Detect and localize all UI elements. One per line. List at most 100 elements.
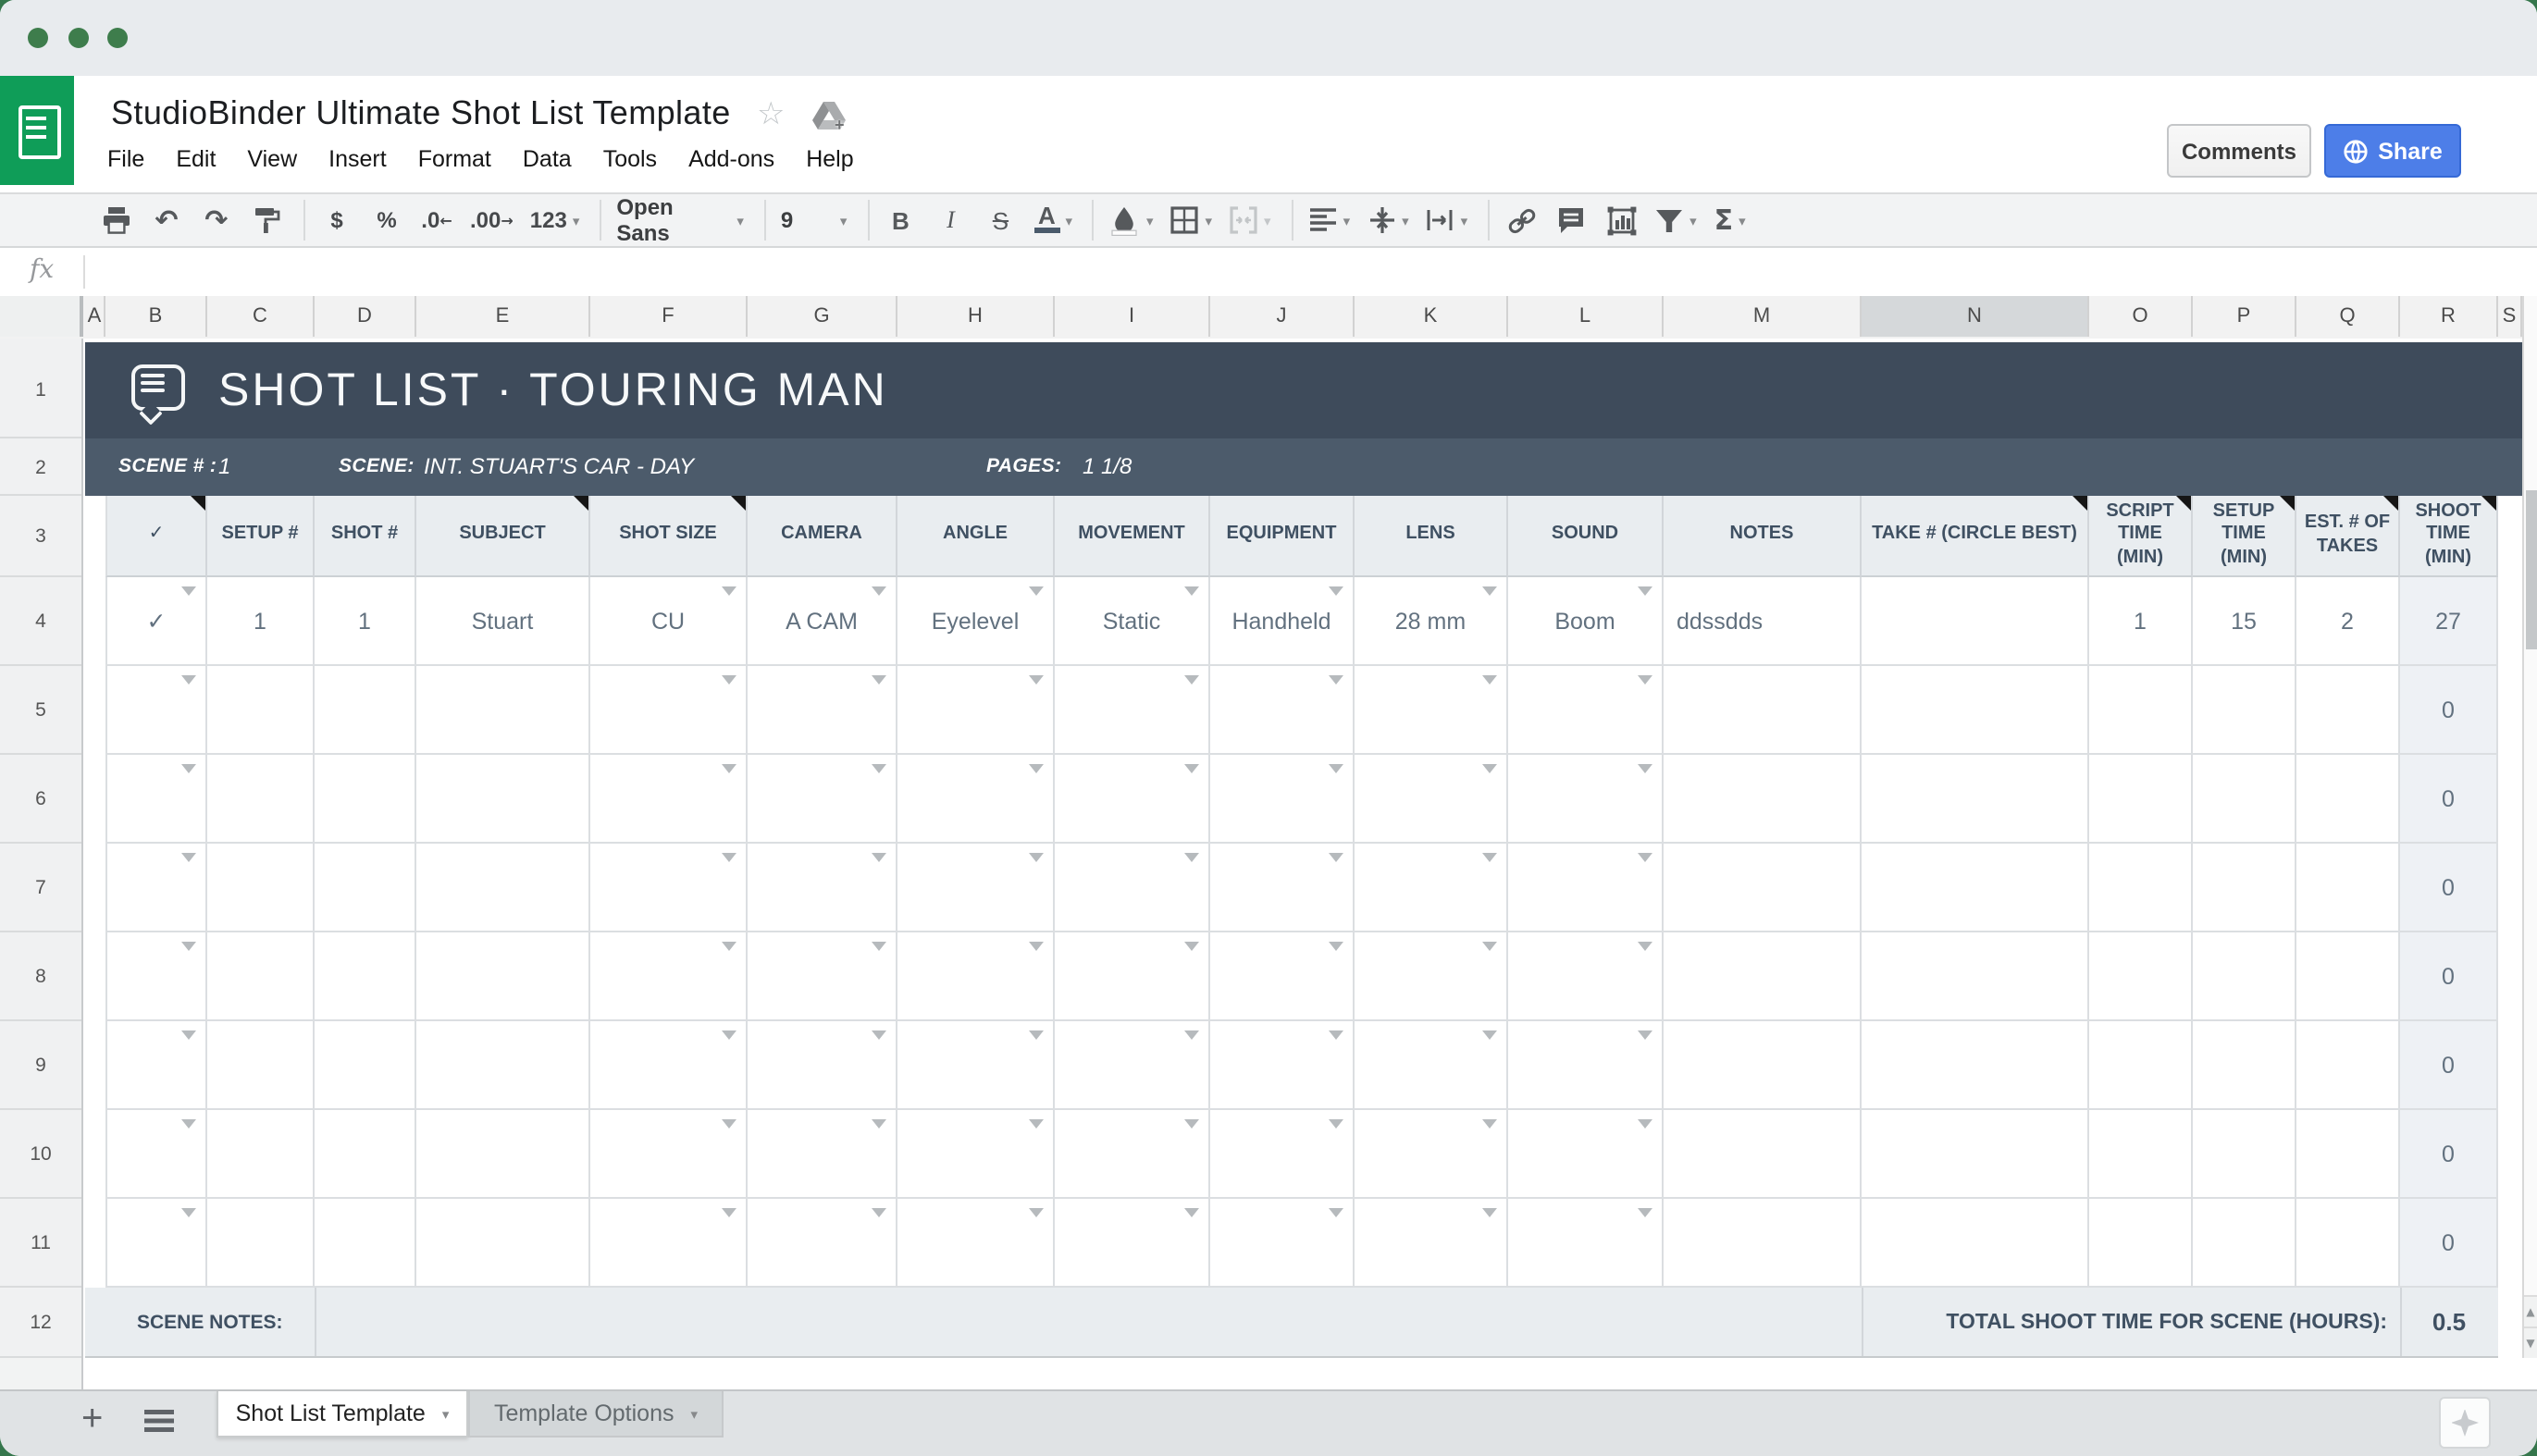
header-cell-G3[interactable]: CAMERA (748, 496, 897, 577)
paint-format-icon[interactable] (250, 200, 283, 241)
redo-icon[interactable]: ↷ (200, 200, 233, 241)
cell-N4[interactable] (1862, 577, 2089, 666)
header-cell-M3[interactable]: NOTES (1664, 496, 1862, 577)
header-cell-E3[interactable]: SUBJECT (416, 496, 590, 577)
dropdown-arrow-icon[interactable] (1184, 586, 1199, 596)
cell-O8[interactable] (2089, 932, 2193, 1021)
cell-P11[interactable] (2193, 1199, 2296, 1288)
header-cell-K3[interactable]: LENS (1355, 496, 1508, 577)
format-currency-icon[interactable]: $ (320, 200, 353, 241)
cell-P6[interactable] (2193, 755, 2296, 844)
dropdown-arrow-icon[interactable] (1184, 942, 1199, 951)
window-minimize-icon[interactable] (68, 28, 89, 48)
scrollbar-thumb[interactable] (2526, 490, 2537, 649)
cell-E8[interactable] (416, 932, 590, 1021)
row-header-5[interactable]: 5 (0, 699, 81, 722)
dropdown-arrow-icon[interactable] (1029, 1030, 1044, 1040)
tab-template-options[interactable]: Template Options ▾ (468, 1391, 724, 1437)
cell-E7[interactable] (416, 844, 590, 932)
dropdown-arrow-icon[interactable] (872, 1208, 886, 1217)
dropdown-arrow-icon[interactable] (1329, 1119, 1343, 1129)
header-cell-C3[interactable]: SETUP # (207, 496, 315, 577)
cell-D6[interactable] (315, 755, 416, 844)
column-header-H[interactable]: H (897, 296, 1055, 337)
dropdown-arrow-icon[interactable] (872, 675, 886, 685)
cell-O11[interactable] (2089, 1199, 2193, 1288)
cell-Q9[interactable] (2296, 1021, 2400, 1110)
menu-view[interactable]: View (247, 146, 297, 172)
row-header-6[interactable]: 6 (0, 788, 81, 810)
insert-link-icon[interactable] (1504, 200, 1538, 241)
cell-O9[interactable] (2089, 1021, 2193, 1110)
dropdown-arrow-icon[interactable] (1482, 586, 1497, 596)
move-to-drive-icon[interactable]: + (811, 100, 848, 141)
dropdown-arrow-icon[interactable] (722, 942, 736, 951)
dropdown-arrow-icon[interactable] (1638, 1208, 1652, 1217)
row-header-11[interactable]: 11 (0, 1232, 81, 1254)
cell-C5[interactable] (207, 666, 315, 755)
cell-O4[interactable]: 1 (2089, 577, 2193, 666)
dropdown-arrow-icon[interactable] (1184, 853, 1199, 862)
column-header-K[interactable]: K (1355, 296, 1508, 337)
horizontal-align-button[interactable]: ▾ (1308, 200, 1350, 241)
cell-C8[interactable] (207, 932, 315, 1021)
column-header-L[interactable]: L (1508, 296, 1664, 337)
row-header-9[interactable]: 9 (0, 1055, 81, 1077)
dropdown-arrow-icon[interactable] (1482, 853, 1497, 862)
column-header-Q[interactable]: Q (2296, 296, 2400, 337)
dropdown-arrow-icon[interactable] (722, 764, 736, 773)
dropdown-arrow-icon[interactable] (181, 1208, 196, 1217)
functions-button[interactable]: Σ ▾ (1714, 200, 1747, 241)
cell-D8[interactable] (315, 932, 416, 1021)
cell-P7[interactable] (2193, 844, 2296, 932)
dropdown-arrow-icon[interactable] (722, 1208, 736, 1217)
cell-O10[interactable] (2089, 1110, 2193, 1199)
decrease-decimals-icon[interactable]: .0 ← (420, 200, 453, 241)
menu-addons[interactable]: Add-ons (688, 146, 774, 172)
dropdown-arrow-icon[interactable] (1482, 764, 1497, 773)
dropdown-arrow-icon[interactable] (1184, 1208, 1199, 1217)
cell-O7[interactable] (2089, 844, 2193, 932)
cell-R11[interactable]: 0 (2400, 1199, 2498, 1288)
dropdown-arrow-icon[interactable] (1184, 1119, 1199, 1129)
dropdown-arrow-icon[interactable] (1638, 675, 1652, 685)
cell-E6[interactable] (416, 755, 590, 844)
dropdown-arrow-icon[interactable] (872, 1030, 886, 1040)
cell-C4[interactable]: 1 (207, 577, 315, 666)
cell-D10[interactable] (315, 1110, 416, 1199)
column-header-B[interactable]: B (105, 296, 207, 337)
cell-C6[interactable] (207, 755, 315, 844)
menu-format[interactable]: Format (418, 146, 491, 172)
text-wrap-button[interactable]: ▾ (1426, 200, 1467, 241)
dropdown-arrow-icon[interactable] (1638, 853, 1652, 862)
insert-comment-icon[interactable] (1554, 200, 1588, 241)
cell-O5[interactable] (2089, 666, 2193, 755)
dropdown-arrow-icon[interactable] (181, 764, 196, 773)
dropdown-arrow-icon[interactable] (1029, 1119, 1044, 1129)
cell-N6[interactable] (1862, 755, 2089, 844)
scene-info-band[interactable]: SCENE # : 1 SCENE: INT. STUART'S CAR - D… (85, 438, 2524, 496)
column-header-F[interactable]: F (590, 296, 748, 337)
dropdown-arrow-icon[interactable] (872, 853, 886, 862)
cell-Q8[interactable] (2296, 932, 2400, 1021)
column-header-J[interactable]: J (1210, 296, 1355, 337)
scene-notes-band[interactable]: SCENE NOTES: TOTAL SHOOT TIME FOR SCENE … (85, 1288, 2498, 1358)
cell-Q10[interactable] (2296, 1110, 2400, 1199)
column-header-S[interactable]: S (2498, 296, 2522, 337)
scroll-up-icon[interactable]: ▲ (2524, 1295, 2537, 1328)
column-header-D[interactable]: D (315, 296, 416, 337)
dropdown-arrow-icon[interactable] (1329, 1208, 1343, 1217)
row-header-12[interactable]: 12 (0, 1312, 81, 1334)
cell-C7[interactable] (207, 844, 315, 932)
dropdown-arrow-icon[interactable] (872, 942, 886, 951)
column-header-E[interactable]: E (416, 296, 590, 337)
increase-decimals-icon[interactable]: .00 → (470, 200, 514, 241)
cell-C11[interactable] (207, 1199, 315, 1288)
column-header-G[interactable]: G (748, 296, 897, 337)
tab-shot-list-template[interactable]: Shot List Template ▾ (217, 1391, 468, 1437)
dropdown-arrow-icon[interactable] (1638, 942, 1652, 951)
cell-R8[interactable]: 0 (2400, 932, 2498, 1021)
dropdown-arrow-icon[interactable] (722, 1119, 736, 1129)
scroll-down-icon[interactable]: ▼ (2524, 1326, 2537, 1360)
cell-N9[interactable] (1862, 1021, 2089, 1110)
